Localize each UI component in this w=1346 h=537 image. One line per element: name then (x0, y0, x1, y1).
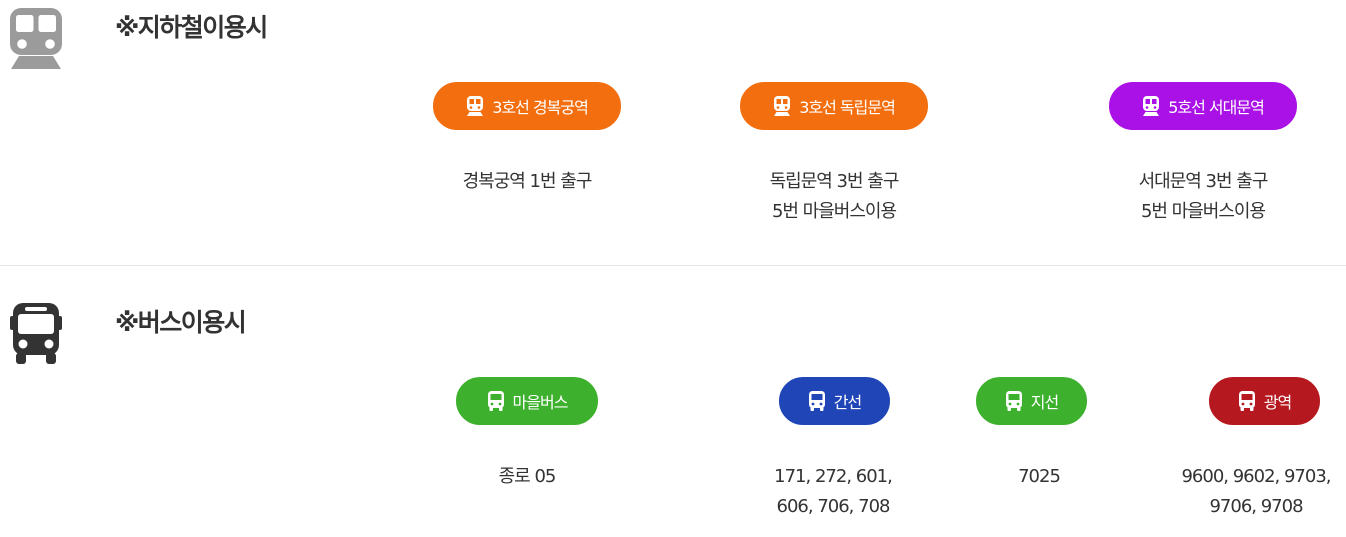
train-icon (774, 96, 791, 116)
station-button-gyeongbokgung[interactable]: 3호선 경복궁역 (433, 82, 621, 130)
bus-info-village: 종로 05 (427, 462, 627, 492)
bus-route-label: 마을버스 (512, 393, 569, 412)
bus-info-line: 7025 (1018, 466, 1061, 487)
train-icon (467, 96, 484, 116)
subway-icon (10, 8, 62, 69)
bus-button-trunk[interactable]: 간선 (779, 377, 890, 425)
subway-section: ※지하철이용시 3호선 경복궁역 경복궁역 1번 출구 3호선 독립문역 독립문… (0, 0, 1346, 266)
bus-section: ※버스이용시 마을버스 종로 05 간선 171, 272, 601, 606,… (0, 266, 1346, 537)
station-label: 3호선 독립문역 (799, 98, 896, 117)
bus-info-line: 종로 05 (498, 466, 557, 487)
station-info-line: 경복궁역 1번 출구 (462, 171, 593, 192)
bus-section-title: ※버스이용시 (115, 308, 247, 337)
bus-route-label: 간선 (833, 393, 862, 412)
station-info-line: 서대문역 3번 출구 (1138, 171, 1269, 192)
station-info-seodaemun: 서대문역 3번 출구 5번 마을버스이용 (1103, 167, 1303, 227)
station-label: 3호선 경복궁역 (492, 98, 589, 117)
bus-route-label: 지선 (1030, 393, 1059, 412)
train-icon (1143, 96, 1160, 116)
bus-info-line: 171, 272, 601, (774, 466, 893, 487)
bus-small-icon (1005, 391, 1022, 411)
bus-info-line: 606, 706, 708 (776, 496, 891, 517)
station-info-line: 5번 마을버스이용 (771, 201, 897, 222)
bus-button-village[interactable]: 마을버스 (456, 377, 598, 425)
bus-info-line: 9706, 9708 (1209, 496, 1303, 517)
station-info-dongnimmun: 독립문역 3번 출구 5번 마을버스이용 (734, 167, 934, 227)
station-button-dongnimmun[interactable]: 3호선 독립문역 (740, 82, 928, 130)
bus-small-icon (808, 391, 825, 411)
station-label: 5호선 서대문역 (1168, 98, 1265, 117)
bus-info-trunk: 171, 272, 601, 606, 706, 708 (733, 462, 933, 522)
station-button-seodaemun[interactable]: 5호선 서대문역 (1109, 82, 1297, 130)
bus-icon (10, 303, 62, 364)
bus-small-icon (487, 391, 504, 411)
station-info-gyeongbokgung: 경복궁역 1번 출구 (427, 167, 627, 197)
bus-button-branch[interactable]: 지선 (976, 377, 1087, 425)
bus-info-express: 9600, 9602, 9703, 9706, 9708 (1166, 462, 1346, 522)
bus-route-label: 광역 (1263, 393, 1292, 412)
bus-info-line: 9600, 9602, 9703, (1181, 466, 1331, 487)
station-info-line: 5번 마을버스이용 (1140, 201, 1266, 222)
subway-section-title: ※지하철이용시 (115, 13, 268, 42)
bus-small-icon (1238, 391, 1255, 411)
bus-button-express[interactable]: 광역 (1209, 377, 1320, 425)
station-info-line: 독립문역 3번 출구 (769, 171, 900, 192)
bus-info-branch: 7025 (969, 462, 1109, 492)
